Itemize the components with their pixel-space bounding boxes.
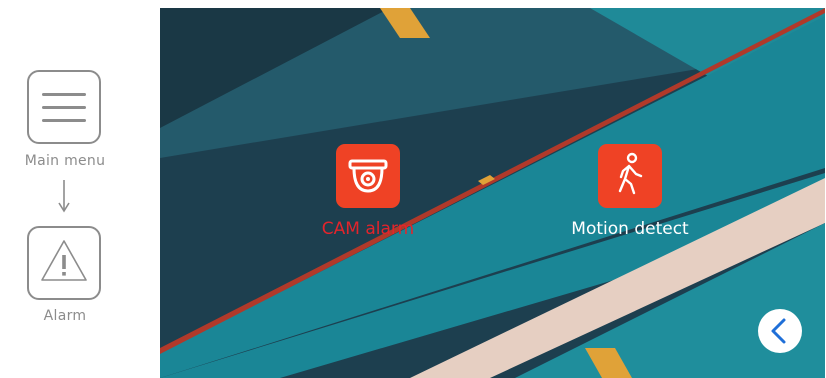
walking-person-icon	[618, 152, 643, 195]
arrow-down-icon	[58, 180, 70, 213]
motion-detect-button[interactable]	[598, 144, 662, 208]
cam-alarm-label: CAM alarm	[321, 219, 415, 239]
main-menu-label: Main menu	[24, 153, 106, 169]
navigation-guide: Main menu Alarm	[0, 0, 160, 378]
cam-alarm-button[interactable]	[336, 144, 400, 208]
main-menu-icon	[27, 70, 101, 144]
motion-detect-label: Motion detect	[571, 219, 689, 239]
page: Main menu Alarm CAM alarm Motion detect	[0, 0, 826, 378]
warning-icon	[41, 240, 87, 281]
alarm-icon	[27, 226, 101, 300]
screen-wallpaper	[160, 8, 825, 378]
alarm-label: Alarm	[43, 308, 87, 324]
chevron-left-icon	[771, 318, 786, 344]
device-screen: CAM alarm Motion detect	[160, 8, 825, 378]
back-button[interactable]	[758, 309, 802, 353]
security-camera-icon	[348, 159, 388, 193]
